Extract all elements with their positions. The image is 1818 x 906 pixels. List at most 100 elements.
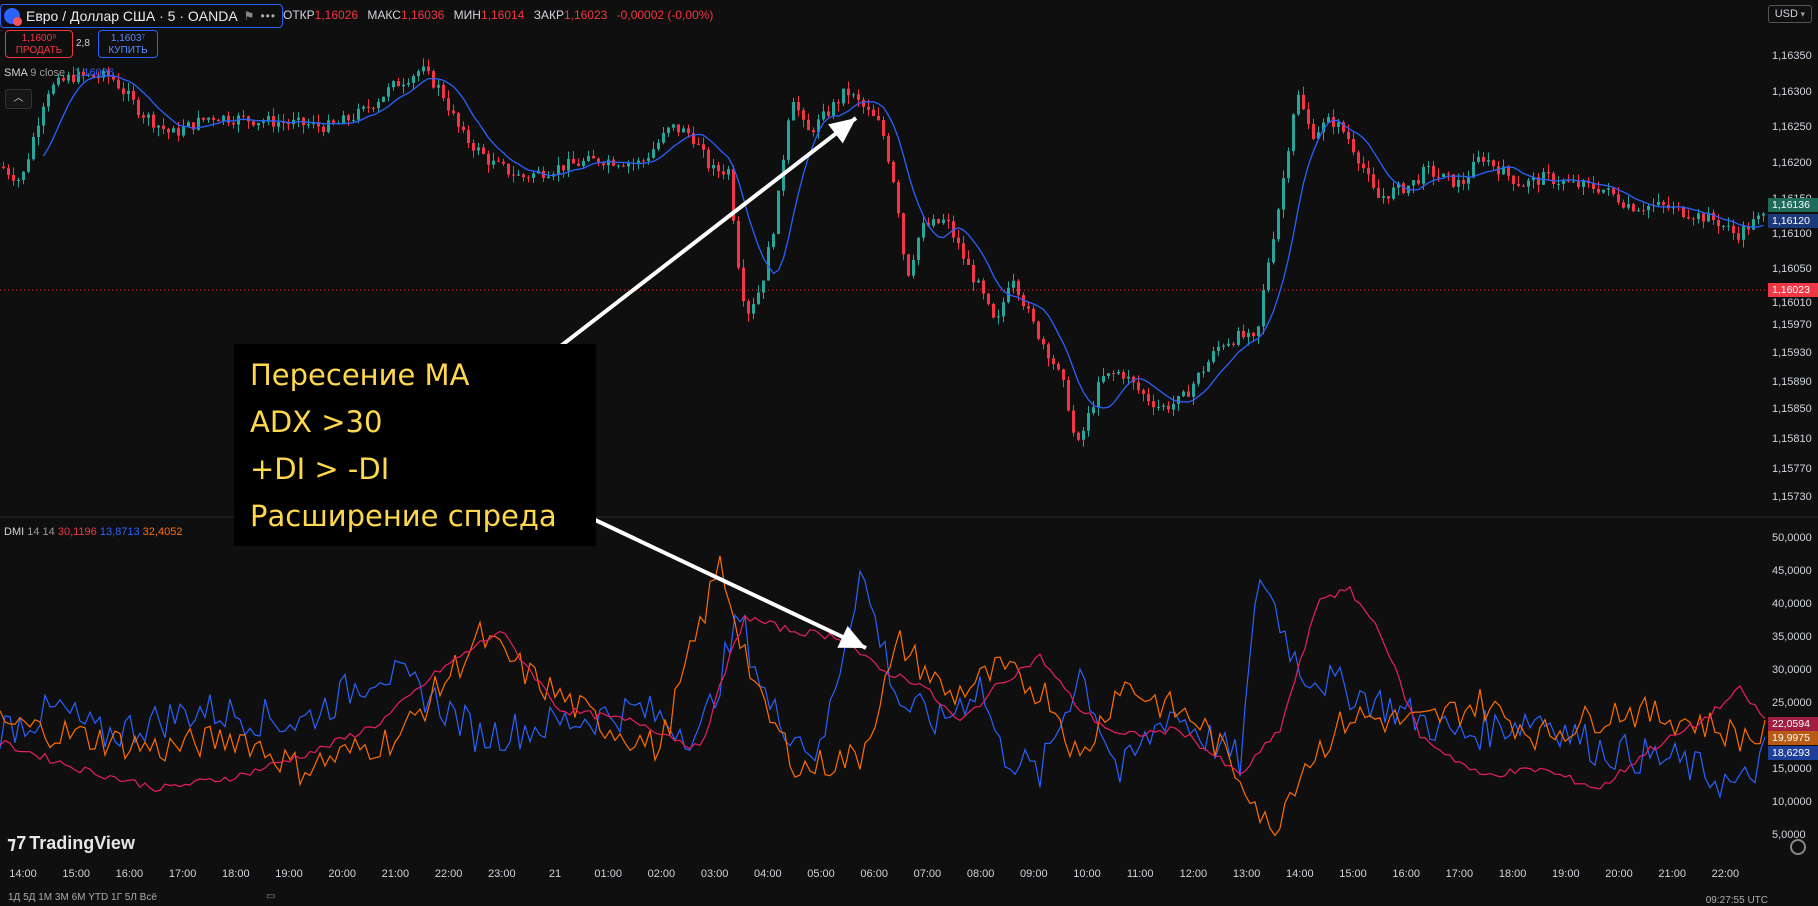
candle-body — [527, 177, 530, 179]
candle-body — [602, 163, 605, 166]
candle-body — [642, 160, 645, 162]
candle-body — [402, 84, 405, 87]
candle-body — [1202, 371, 1205, 373]
candle-body — [1607, 188, 1610, 190]
collapse-legend-button[interactable]: ︿ — [5, 89, 32, 109]
candle-body — [1382, 196, 1385, 198]
settings-icon[interactable] — [1790, 839, 1806, 855]
range-buttons[interactable]: 1Д 5Д 1М 3М 6М YTD 1Г 5Л Всё — [8, 892, 157, 903]
candle-body — [557, 165, 560, 175]
candle-body — [1142, 390, 1145, 394]
candle-body — [562, 165, 565, 171]
low-label: МИН — [453, 8, 481, 22]
time-tick-label: 14:00 — [1286, 868, 1314, 880]
candle-body — [1257, 326, 1260, 337]
close-value: 1,16023 — [563, 8, 608, 22]
candle-body — [1417, 180, 1420, 184]
candle-body — [1492, 160, 1495, 167]
price-tick-label: 1,15970 — [1772, 319, 1812, 331]
candle-body — [447, 98, 450, 111]
candle-body — [117, 79, 120, 89]
candle-body — [1432, 165, 1435, 177]
candle-body — [532, 173, 535, 178]
sell-label: ПРОДАТЬ — [15, 45, 63, 56]
spread-value: 2,8 — [76, 38, 90, 49]
time-tick-label: 06:00 — [860, 868, 888, 880]
candle-body — [1627, 204, 1630, 208]
candle-body — [1162, 405, 1165, 407]
price-tag: 1,16120 — [1768, 214, 1818, 228]
currency-selector[interactable]: USD — [1767, 5, 1812, 23]
annotation-line-ma-cross: Пересение MA — [250, 358, 470, 392]
candle-body — [1702, 213, 1705, 222]
candle-body — [827, 111, 830, 116]
candle-body — [1522, 185, 1525, 187]
candle-body — [257, 122, 260, 126]
candle-body — [677, 124, 680, 133]
candle-body — [347, 115, 350, 121]
dmi-tick-label: 40,0000 — [1772, 598, 1812, 610]
candle-body — [937, 219, 940, 224]
candle-body — [427, 66, 430, 72]
candle-body — [577, 163, 580, 167]
flag-icon[interactable]: ⚑ — [244, 9, 255, 23]
tradingview-logo: ⁊7 TradingView — [7, 833, 135, 853]
candle-body — [37, 125, 40, 138]
candle-body — [1097, 382, 1100, 408]
candle-body — [517, 174, 520, 176]
candle-body — [507, 163, 510, 175]
bottom-range-bar: 1Д 5Д 1М 3М 6М YTD 1Г 5Л Всё ▭ — [0, 891, 1818, 905]
candle-body — [1762, 213, 1765, 216]
candle-body — [512, 174, 515, 176]
buy-button[interactable]: 1,1603⁷ КУПИТЬ — [98, 30, 158, 58]
sma-legend[interactable]: SMA 9 close 1,16026 — [4, 67, 114, 79]
dmi-legend[interactable]: DMI 14 14 30,1196 13,8713 32,4052 — [4, 526, 182, 538]
candle-body — [457, 113, 460, 127]
candle-body — [1662, 201, 1665, 205]
candle-body — [582, 160, 585, 167]
time-tick-label: 08:00 — [966, 868, 995, 880]
candle-body — [792, 102, 795, 121]
candle-body — [1312, 123, 1315, 139]
candle-body — [1447, 173, 1450, 175]
low-value: 1,16014 — [480, 8, 525, 22]
time-tick-label: 18:00 — [1498, 868, 1527, 880]
time-tick-label: 10:00 — [1073, 868, 1101, 880]
price-tick-label: 1,15850 — [1772, 403, 1812, 415]
time-tick-label: 15:00 — [62, 868, 90, 880]
sell-button[interactable]: 1,1600⁹ ПРОДАТЬ — [5, 30, 73, 58]
candle-body — [1742, 226, 1745, 240]
candle-body — [1352, 139, 1355, 153]
candle-body — [287, 123, 290, 125]
candle-body — [1562, 180, 1565, 184]
candle-body — [412, 76, 415, 83]
candle-body — [1247, 332, 1250, 338]
sell-price: 1,1600⁹ — [21, 33, 57, 44]
candle-body — [252, 121, 255, 126]
time-tick-label: 14:00 — [9, 868, 37, 880]
time-tick-label: 18:00 — [222, 868, 250, 880]
symbol-chip[interactable]: Евро / Доллар США · 5 · OANDA ⚑ ••• — [0, 4, 284, 28]
candle-body — [647, 157, 650, 162]
candle-body — [1012, 280, 1015, 288]
candle-body — [392, 81, 395, 88]
candle-body — [547, 176, 550, 178]
candle-body — [437, 84, 440, 88]
candle-body — [672, 124, 675, 128]
candle-body — [7, 168, 10, 175]
more-icon[interactable]: ••• — [260, 9, 276, 23]
candle-body — [187, 122, 190, 127]
clock: 09:27:55 UTC — [1705, 895, 1768, 906]
candle-body — [1237, 330, 1240, 345]
candle-body — [932, 219, 935, 226]
dmi-tag: 18,6293 — [1768, 746, 1818, 760]
time-tick-label: 09:00 — [1020, 868, 1048, 880]
candle-body — [1632, 204, 1635, 212]
candle-body — [1357, 152, 1360, 164]
price-tag: 1,16023 — [1768, 283, 1818, 297]
candle-body — [1287, 151, 1290, 179]
calendar-icon[interactable]: ▭ — [266, 891, 275, 902]
time-tick-label: 21:00 — [1658, 868, 1686, 880]
candle-body — [802, 110, 805, 120]
time-tick-label: 11:00 — [1126, 868, 1154, 880]
